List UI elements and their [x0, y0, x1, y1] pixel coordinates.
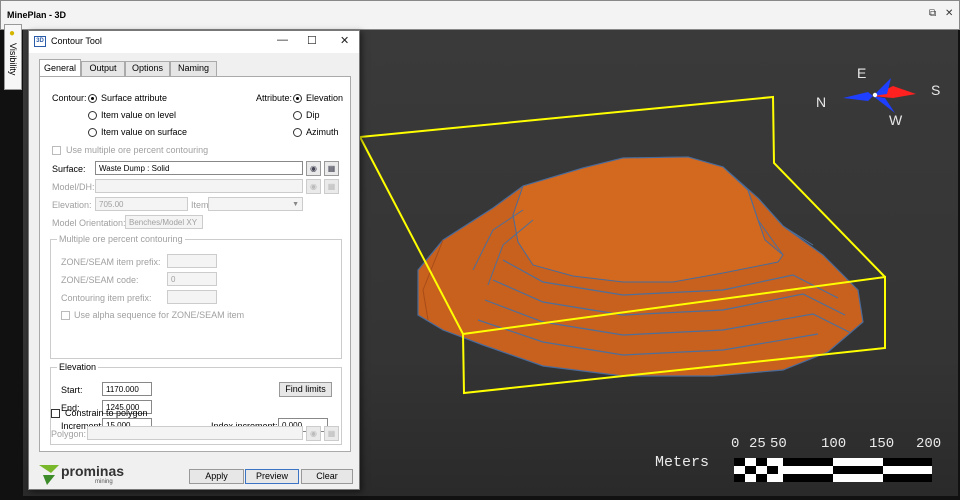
tab-output[interactable]: Output [81, 61, 125, 76]
attribute-radio-azimuth[interactable] [293, 128, 302, 137]
scale-tick-25: 25 [749, 436, 766, 452]
clear-button[interactable]: Clear [301, 469, 353, 484]
prominas-logo: prominas mining [37, 461, 147, 487]
contour-radio-surface-attribute[interactable] [88, 94, 97, 103]
preview-button[interactable]: Preview [245, 469, 299, 484]
compass-w-label: W [889, 112, 903, 128]
surface-pick-icon[interactable]: ◉ [306, 161, 321, 176]
start-label: Start: [61, 385, 83, 395]
attribute-radio-elevation[interactable] [293, 94, 302, 103]
tab-naming[interactable]: Naming [170, 61, 217, 76]
model-dh-label: Model/DH: [52, 182, 95, 192]
prominas-logo-mark [39, 465, 59, 485]
scale-tick-0: 0 [731, 436, 739, 452]
model-dh-field[interactable] [95, 179, 303, 193]
attribute-option-label: Dip [306, 110, 320, 120]
alpha-sequence-checkbox[interactable] [61, 311, 70, 320]
visibility-panel-tab[interactable]: ● Visibility [4, 24, 22, 90]
contour-tool-dialog: 3D Contour Tool — ☐ ✕ General Output Opt… [28, 30, 360, 490]
scale-bar [734, 458, 932, 482]
find-limits-button[interactable]: Find limits [279, 382, 332, 397]
zone-prefix-label: ZONE/SEAM item prefix: [61, 257, 161, 267]
visibility-label: Visibility [8, 43, 18, 76]
attribute-label: Attribute: [256, 93, 293, 103]
contour-label: Contour: [52, 93, 87, 103]
waste-dump-solid [417, 156, 864, 377]
scale-tick-150: 150 [869, 436, 894, 452]
tab-options[interactable]: Options [125, 61, 170, 76]
compass-s-label: S [931, 82, 940, 98]
scale-label: Meters [655, 454, 709, 471]
constrain-polygon-checkbox[interactable] [51, 409, 60, 418]
tab-general[interactable]: General [39, 59, 81, 76]
constrain-polygon-label: Constrain to polygon [65, 408, 148, 418]
multiple-ore-group: Multiple ore percent contouring ZONE/SEA… [50, 234, 342, 359]
app-titlebar: MinePlan - 3D ⧉ ✕ [0, 0, 960, 30]
general-panel: Contour: Surface attribute Item value on… [39, 76, 351, 452]
contouring-prefix-label: Contouring item prefix: [61, 293, 152, 303]
use-multiple-label: Use multiple ore percent contouring [66, 145, 209, 155]
close-window-button[interactable]: ✕ [945, 8, 953, 19]
contour-radio-item-on-level[interactable] [88, 111, 97, 120]
contour-option-label: Surface attribute [101, 93, 168, 103]
zone-code-label: ZONE/SEAM code: [61, 275, 139, 285]
item-select[interactable]: ▼ [208, 197, 303, 211]
logo-sub: mining [95, 479, 113, 485]
compass-rose [843, 78, 916, 113]
scale-tick-50: 50 [770, 436, 787, 452]
polygon-pick-icon[interactable]: ◉ [306, 426, 321, 441]
model-browse-icon[interactable]: ▦ [324, 179, 339, 194]
multiple-ore-group-title: Multiple ore percent contouring [57, 234, 185, 244]
bulb-icon: ● [9, 28, 16, 39]
attribute-option-label: Elevation [306, 93, 344, 103]
contouring-prefix-field[interactable] [167, 290, 217, 304]
model-orientation-field[interactable]: Benches/Model XY [125, 215, 203, 229]
scale-tick-100: 100 [821, 436, 846, 452]
compass-e-label: E [857, 65, 866, 81]
zone-code-field[interactable]: 0 [167, 272, 217, 286]
apply-button[interactable]: Apply [189, 469, 244, 484]
minimize-button[interactable]: — [277, 34, 288, 46]
zone-prefix-field[interactable] [167, 254, 217, 268]
dialog-titlebar: 3D Contour Tool — ☐ ✕ [29, 31, 359, 53]
compass-n-label: N [816, 94, 826, 110]
attribute-radio-dip[interactable] [293, 111, 302, 120]
contour-radio-item-on-surface[interactable] [88, 128, 97, 137]
elevation-field-label: Elevation: [52, 200, 92, 210]
surface-label: Surface: [52, 164, 86, 174]
polygon-browse-icon[interactable]: ▦ [324, 426, 339, 441]
maximize-button[interactable]: ☐ [307, 34, 317, 47]
start-field[interactable]: 1170.000 [102, 382, 152, 396]
use-multiple-checkbox[interactable] [52, 146, 61, 155]
polygon-field[interactable] [87, 426, 303, 440]
elevation-group-title: Elevation [57, 362, 99, 372]
restore-window-button[interactable]: ⧉ [929, 8, 936, 19]
elevation-field[interactable]: 705.00 [95, 197, 188, 211]
logo-name: prominas [61, 463, 125, 479]
surface-browse-icon[interactable]: ▦ [324, 161, 339, 176]
attribute-option-label: Azimuth [306, 127, 339, 137]
app-title: MinePlan - 3D [7, 10, 67, 20]
model-pick-icon[interactable]: ◉ [306, 179, 321, 194]
contour-option-label: Item value on surface [101, 127, 188, 137]
scale-tick-200: 200 [916, 436, 941, 452]
polygon-label: Polygon: [51, 429, 87, 439]
chevron-down-icon: ▼ [292, 201, 299, 208]
alpha-sequence-label: Use alpha sequence for ZONE/SEAM item [74, 310, 245, 320]
dialog-close-button[interactable]: ✕ [340, 34, 349, 47]
dialog-title: Contour Tool [51, 36, 102, 46]
contour-option-label: Item value on level [101, 110, 177, 120]
3d-badge-icon: 3D [34, 36, 46, 47]
surface-field[interactable]: Waste Dump : Solid [95, 161, 303, 175]
model-orientation-label: Model Orientation: [52, 218, 126, 228]
